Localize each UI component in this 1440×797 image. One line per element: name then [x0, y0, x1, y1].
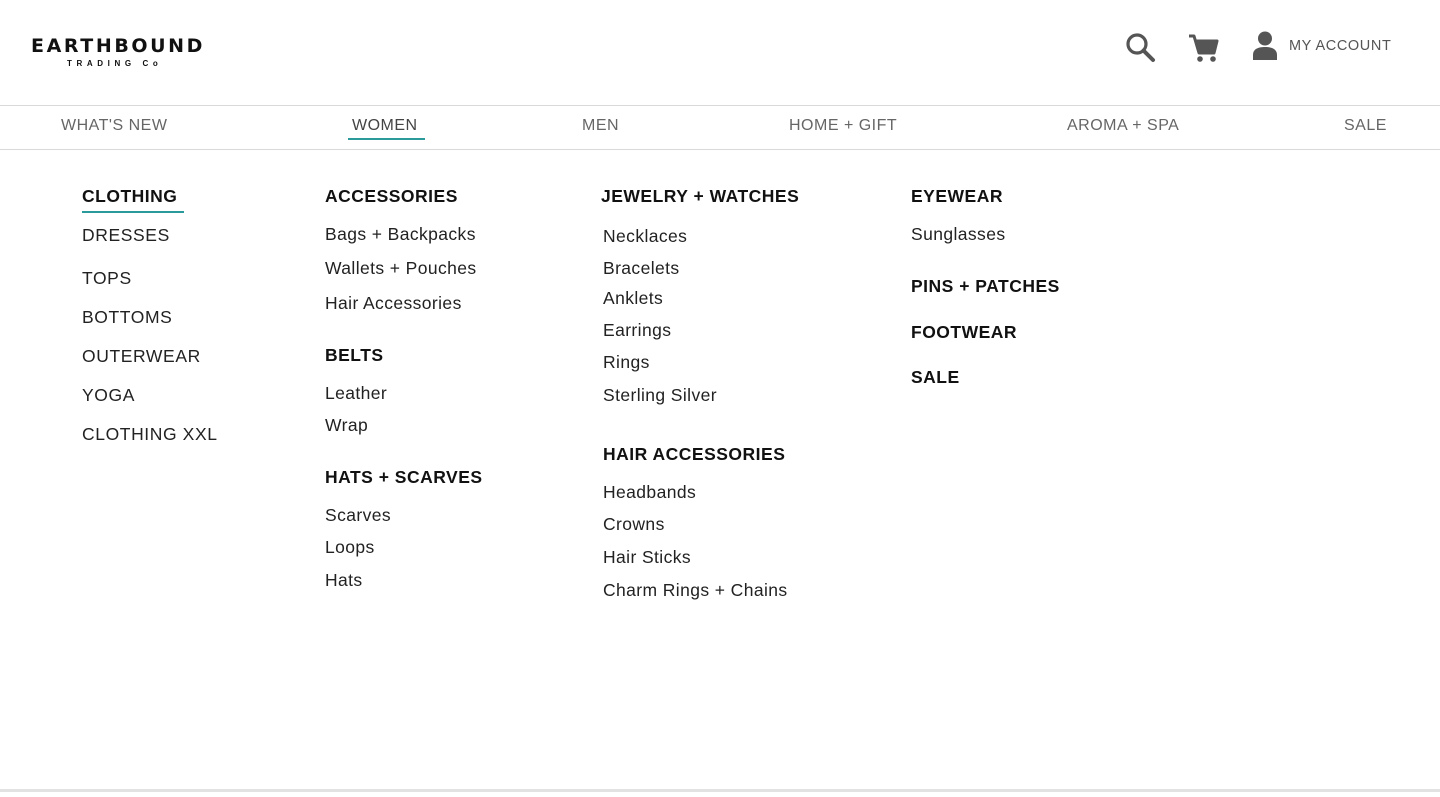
menu-link-wallets-pouches[interactable]: Wallets + Pouches [325, 257, 477, 279]
site-header: EARTHBOUND TRADING Co MY ACCOUNT [0, 0, 1440, 105]
nav-item-men[interactable]: MEN [582, 116, 619, 136]
menu-link-clothing-xxl[interactable]: CLOTHING XXL [82, 423, 218, 445]
menu-heading-eyewear[interactable]: EYEWEAR [911, 185, 1003, 207]
menu-heading-pins-patches[interactable]: PINS + PATCHES [911, 275, 1060, 297]
brand-tagline: TRADING Co [67, 59, 163, 68]
menu-link-scarves[interactable]: Scarves [325, 504, 391, 526]
menu-link-hair-sticks[interactable]: Hair Sticks [603, 546, 691, 568]
user-icon [1253, 31, 1277, 60]
my-account-label: MY ACCOUNT [1289, 38, 1392, 54]
menu-heading-belts[interactable]: BELTS [325, 344, 384, 366]
menu-link-headbands[interactable]: Headbands [603, 481, 696, 503]
menu-link-earrings[interactable]: Earrings [603, 319, 671, 341]
menu-link-sunglasses[interactable]: Sunglasses [911, 223, 1005, 245]
menu-heading-footwear[interactable]: FOOTWEAR [911, 321, 1017, 343]
menu-link-wrap[interactable]: Wrap [325, 414, 368, 436]
menu-heading-hair-accessories[interactable]: HAIR ACCESSORIES [603, 443, 785, 465]
menu-link-tops[interactable]: TOPS [82, 267, 132, 289]
nav-item-home-gift[interactable]: HOME + GIFT [789, 116, 897, 136]
menu-link-bags-backpacks[interactable]: Bags + Backpacks [325, 223, 476, 245]
menu-link-hair-accessories[interactable]: Hair Accessories [325, 292, 462, 314]
menu-link-dresses[interactable]: DRESSES [82, 224, 170, 246]
menu-link-leather[interactable]: Leather [325, 382, 387, 404]
menu-heading-clothing[interactable]: CLOTHING [82, 185, 177, 207]
menu-link-crowns[interactable]: Crowns [603, 513, 665, 535]
menu-link-anklets[interactable]: Anklets [603, 287, 663, 309]
menu-link-bracelets[interactable]: Bracelets [603, 257, 680, 279]
menu-link-charm-rings-chains[interactable]: Charm Rings + Chains [603, 579, 788, 601]
my-account-link[interactable]: MY ACCOUNT [1252, 30, 1402, 62]
menu-link-hats[interactable]: Hats [325, 569, 363, 591]
brand-logo[interactable]: EARTHBOUND TRADING Co [31, 35, 211, 75]
menu-heading-sale[interactable]: SALE [911, 366, 960, 388]
cart-icon[interactable] [1186, 31, 1220, 65]
menu-link-necklaces[interactable]: Necklaces [603, 225, 687, 247]
nav-item-women[interactable]: WOMEN [352, 116, 418, 136]
menu-link-bottoms[interactable]: BOTTOMS [82, 306, 172, 328]
nav-item-sale[interactable]: SALE [1344, 116, 1387, 136]
nav-item-aroma-spa[interactable]: AROMA + SPA [1067, 116, 1179, 136]
mega-menu: CLOTHING DRESSES TOPS BOTTOMS OUTERWEAR … [0, 151, 1440, 791]
menu-bottom-border [0, 789, 1440, 792]
active-nav-indicator [348, 138, 425, 140]
main-navigation: WHAT'S NEW WOMEN MEN HOME + GIFT AROMA +… [0, 105, 1440, 150]
menu-link-rings[interactable]: Rings [603, 351, 650, 373]
search-icon[interactable] [1124, 31, 1156, 63]
menu-heading-jewelry-watches[interactable]: JEWELRY + WATCHES [601, 185, 799, 207]
clothing-active-indicator [82, 211, 184, 213]
brand-name: EARTHBOUND [31, 35, 206, 57]
menu-link-outerwear[interactable]: OUTERWEAR [82, 345, 201, 367]
menu-link-sterling-silver[interactable]: Sterling Silver [603, 384, 717, 406]
menu-link-yoga[interactable]: YOGA [82, 384, 135, 406]
menu-heading-accessories[interactable]: ACCESSORIES [325, 185, 458, 207]
menu-link-loops[interactable]: Loops [325, 536, 375, 558]
nav-item-whats-new[interactable]: WHAT'S NEW [61, 116, 167, 136]
menu-heading-hats-scarves[interactable]: HATS + SCARVES [325, 466, 483, 488]
